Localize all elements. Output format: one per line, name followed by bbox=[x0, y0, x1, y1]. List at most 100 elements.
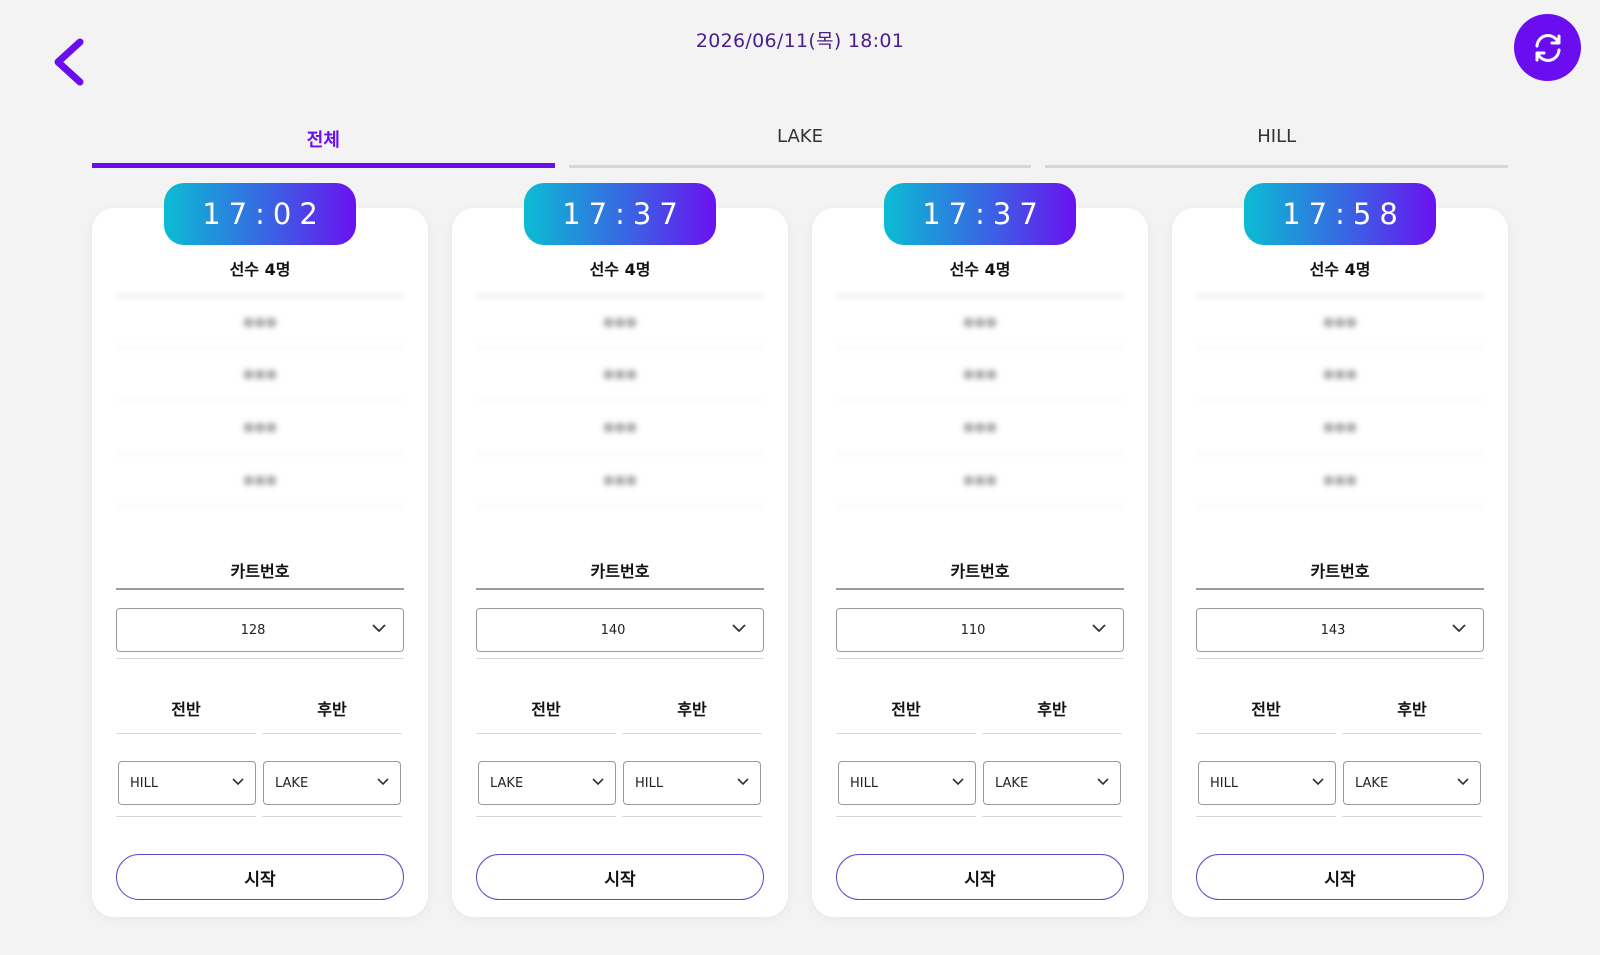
tab-lake[interactable]: LAKE bbox=[568, 118, 1032, 168]
chevron-down-icon bbox=[1457, 778, 1469, 786]
player-name-redacted: ●●● bbox=[962, 314, 998, 330]
refresh-button[interactable] bbox=[1514, 14, 1581, 81]
player-list-blurred: ●●● ●●● ●●● ●●● bbox=[836, 295, 1124, 523]
divider bbox=[1342, 816, 1482, 817]
list-item: ●●● bbox=[1196, 454, 1484, 507]
cart-number-label: 카트번호 bbox=[1196, 558, 1484, 590]
teetime-card: 17:02 선수 4명 ●●● ●●● ●●● ●●● 카트번호 128 전반 … bbox=[92, 183, 428, 917]
second-half-label: 후반 bbox=[982, 696, 1122, 734]
player-count: 선수 4명 bbox=[1309, 260, 1371, 279]
cart-number-select[interactable]: 143 bbox=[1196, 608, 1484, 652]
list-item: ●●● bbox=[116, 295, 404, 348]
player-list-blurred: ●●● ●●● ●●● ●●● bbox=[1196, 295, 1484, 523]
divider bbox=[836, 658, 1124, 659]
divider bbox=[116, 658, 404, 659]
start-button[interactable]: 시작 bbox=[836, 854, 1124, 900]
player-name-redacted: ●●● bbox=[962, 419, 998, 435]
second-half-value: LAKE bbox=[1355, 775, 1389, 791]
first-half-label: 전반 bbox=[1196, 696, 1336, 734]
chevron-down-icon bbox=[737, 778, 749, 786]
first-half-value: LAKE bbox=[490, 775, 524, 791]
cart-number-select[interactable]: 128 bbox=[116, 608, 404, 652]
chevron-down-icon bbox=[732, 624, 746, 633]
divider bbox=[622, 816, 762, 817]
list-item: ●●● bbox=[836, 295, 1124, 348]
chevron-down-icon bbox=[1452, 624, 1466, 633]
cart-number-select[interactable]: 110 bbox=[836, 608, 1124, 652]
first-half-label: 전반 bbox=[116, 696, 256, 734]
divider bbox=[476, 816, 616, 817]
first-half-value: HILL bbox=[1210, 775, 1239, 791]
current-datetime: 2026/06/11(목) 18:01 bbox=[695, 30, 905, 52]
chevron-down-icon bbox=[372, 624, 386, 633]
first-half-select[interactable]: HILL bbox=[118, 761, 256, 805]
list-item: ●●● bbox=[836, 348, 1124, 401]
first-half-label: 전반 bbox=[476, 696, 616, 734]
second-half-label: 후반 bbox=[262, 696, 402, 734]
player-count: 선수 4명 bbox=[949, 260, 1011, 279]
list-item: ●●● bbox=[1196, 401, 1484, 454]
chevron-down-icon bbox=[1312, 778, 1324, 786]
divider bbox=[982, 816, 1122, 817]
teetime-cards: 17:02 선수 4명 ●●● ●●● ●●● ●●● 카트번호 128 전반 … bbox=[92, 183, 1508, 917]
course-tabs: 전체 LAKE HILL bbox=[92, 118, 1509, 168]
cart-number-label: 카트번호 bbox=[836, 558, 1124, 590]
cart-number-select[interactable]: 140 bbox=[476, 608, 764, 652]
chevron-down-icon bbox=[1097, 778, 1109, 786]
player-name-redacted: ●●● bbox=[602, 314, 638, 330]
player-name-redacted: ●●● bbox=[962, 472, 998, 488]
tee-time-badge: 17:02 bbox=[164, 183, 356, 245]
player-name-redacted: ●●● bbox=[1322, 472, 1358, 488]
second-half-label: 후반 bbox=[1342, 696, 1482, 734]
teetime-card: 17:37 선수 4명 ●●● ●●● ●●● ●●● 카트번호 140 전반 … bbox=[452, 183, 788, 917]
divider bbox=[116, 816, 256, 817]
first-half-select[interactable]: HILL bbox=[1198, 761, 1336, 805]
teetime-card: 17:37 선수 4명 ●●● ●●● ●●● ●●● 카트번호 110 전반 … bbox=[812, 183, 1148, 917]
list-item: ●●● bbox=[116, 401, 404, 454]
start-button[interactable]: 시작 bbox=[116, 854, 404, 900]
first-half-value: HILL bbox=[130, 775, 159, 791]
second-half-select[interactable]: HILL bbox=[623, 761, 761, 805]
player-count: 선수 4명 bbox=[229, 260, 291, 279]
tab-hill[interactable]: HILL bbox=[1045, 118, 1509, 168]
first-half-select[interactable]: LAKE bbox=[478, 761, 616, 805]
cart-number-value: 128 bbox=[240, 622, 266, 638]
teetime-card: 17:58 선수 4명 ●●● ●●● ●●● ●●● 카트번호 143 전반 … bbox=[1172, 183, 1508, 917]
cart-number-value: 140 bbox=[600, 622, 626, 638]
list-item: ●●● bbox=[836, 454, 1124, 507]
player-name-redacted: ●●● bbox=[1322, 419, 1358, 435]
second-half-value: HILL bbox=[635, 775, 664, 791]
list-item: ●●● bbox=[476, 348, 764, 401]
player-list-blurred: ●●● ●●● ●●● ●●● bbox=[476, 295, 764, 523]
list-item: ●●● bbox=[116, 348, 404, 401]
list-item: ●●● bbox=[836, 401, 1124, 454]
divider bbox=[1196, 816, 1336, 817]
player-name-redacted: ●●● bbox=[1322, 366, 1358, 382]
second-half-select[interactable]: LAKE bbox=[1343, 761, 1481, 805]
second-half-label: 후반 bbox=[622, 696, 762, 734]
cart-number-label: 카트번호 bbox=[476, 558, 764, 590]
first-half-label: 전반 bbox=[836, 696, 976, 734]
cart-number-value: 143 bbox=[1320, 622, 1346, 638]
player-name-redacted: ●●● bbox=[242, 314, 278, 330]
refresh-icon bbox=[1535, 33, 1560, 62]
tee-time-badge: 17:58 bbox=[1244, 183, 1436, 245]
second-half-value: LAKE bbox=[275, 775, 309, 791]
second-half-select[interactable]: LAKE bbox=[263, 761, 401, 805]
chevron-down-icon bbox=[592, 778, 604, 786]
player-list-blurred: ●●● ●●● ●●● ●●● bbox=[116, 295, 404, 523]
first-half-value: HILL bbox=[850, 775, 879, 791]
cart-number-value: 110 bbox=[960, 622, 986, 638]
start-button[interactable]: 시작 bbox=[1196, 854, 1484, 900]
tab-all[interactable]: 전체 bbox=[92, 118, 555, 168]
chevron-down-icon bbox=[232, 778, 244, 786]
tee-time-badge: 17:37 bbox=[884, 183, 1076, 245]
first-half-select[interactable]: HILL bbox=[838, 761, 976, 805]
list-item: ●●● bbox=[476, 401, 764, 454]
chevron-down-icon bbox=[1092, 624, 1106, 633]
player-name-redacted: ●●● bbox=[242, 366, 278, 382]
tee-time-badge: 17:37 bbox=[524, 183, 716, 245]
start-button[interactable]: 시작 bbox=[476, 854, 764, 900]
divider bbox=[1196, 658, 1484, 659]
second-half-select[interactable]: LAKE bbox=[983, 761, 1121, 805]
